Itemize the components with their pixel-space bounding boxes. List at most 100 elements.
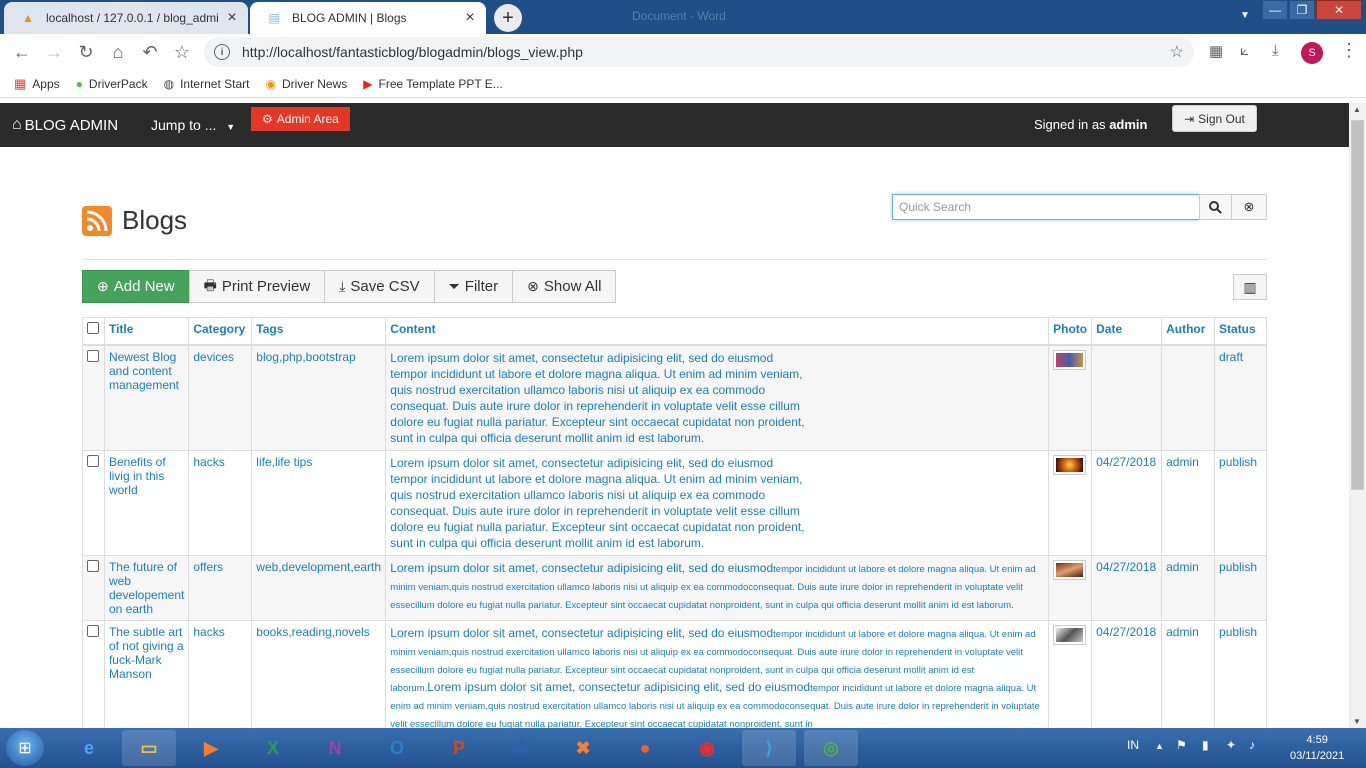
- powerpoint-icon[interactable]: P: [432, 730, 486, 766]
- status-cell[interactable]: publish: [1214, 619, 1267, 728]
- tab-search-icon[interactable]: ▼: [1240, 10, 1250, 21]
- status-cell[interactable]: publish: [1214, 449, 1267, 556]
- col-author[interactable]: Author: [1161, 317, 1216, 346]
- author-cell[interactable]: admin: [1161, 449, 1216, 556]
- sign-out-button[interactable]: ⇥ Sign Out: [1172, 105, 1257, 132]
- star-icon[interactable]: ☆: [168, 38, 196, 66]
- language-indicator[interactable]: IN: [1127, 738, 1139, 752]
- internet-explorer-icon[interactable]: e: [62, 730, 116, 766]
- col-status[interactable]: Status: [1214, 317, 1267, 346]
- scroll-down-icon[interactable]: ▼: [1353, 717, 1361, 726]
- scroll-up-icon[interactable]: ▲: [1353, 105, 1361, 114]
- col-photo[interactable]: Photo: [1048, 317, 1093, 346]
- jump-to-dropdown[interactable]: Jump to ... ▼: [151, 117, 235, 133]
- category-cell[interactable]: hacks: [188, 449, 253, 556]
- row-checkbox[interactable]: [87, 624, 99, 637]
- battery-icon[interactable]: ▮: [1202, 738, 1209, 752]
- col-category[interactable]: Category: [188, 317, 253, 346]
- col-title[interactable]: Title: [103, 317, 190, 346]
- column-chooser-button[interactable]: ▥: [1233, 274, 1267, 300]
- print-preview-button[interactable]: 🖶 Print Preview: [188, 270, 326, 303]
- tags-cell[interactable]: blog,php,bootstrap: [251, 344, 387, 451]
- page-scrollbar[interactable]: ▲ ▼: [1349, 103, 1366, 728]
- tab-phpmyadmin[interactable]: ▲ localhost / 127.0.0.1 / blog_admi ×: [4, 2, 248, 34]
- photo-cell[interactable]: [1048, 619, 1093, 728]
- close-tab-icon[interactable]: ×: [462, 9, 478, 27]
- status-cell[interactable]: publish: [1214, 554, 1267, 621]
- photo-thumbnail[interactable]: [1053, 454, 1087, 475]
- show-all-button[interactable]: ⊗ Show All: [512, 270, 617, 303]
- category-cell[interactable]: offers: [188, 554, 253, 621]
- category-cell[interactable]: devices: [188, 344, 253, 451]
- bookmark-star-icon[interactable]: ☆: [1170, 42, 1184, 62]
- photo-thumbnail[interactable]: [1053, 559, 1087, 580]
- photo-cell[interactable]: [1048, 554, 1093, 621]
- row-checkbox[interactable]: [87, 559, 99, 572]
- word-icon[interactable]: W: [494, 730, 548, 766]
- clear-search-button[interactable]: ⊗: [1231, 194, 1267, 220]
- col-content[interactable]: Content: [385, 317, 1050, 346]
- reload-icon[interactable]: ↻: [72, 38, 100, 66]
- quick-search-input[interactable]: Quick Search: [892, 194, 1200, 220]
- photo-cell[interactable]: [1048, 449, 1093, 556]
- title-cell[interactable]: The subtle art of not giving a fuck-Mark…: [103, 619, 190, 728]
- filter-button[interactable]: ⏷ Filter: [433, 270, 514, 303]
- scrollbar-thumb[interactable]: [1351, 120, 1364, 490]
- photo-thumbnail[interactable]: [1053, 624, 1087, 645]
- system-clock[interactable]: 4:59 03/11/2021: [1290, 732, 1344, 764]
- status-cell[interactable]: draft: [1214, 344, 1267, 451]
- author-cell[interactable]: admin: [1161, 554, 1216, 621]
- title-cell[interactable]: Benefits of livig in this world: [103, 449, 190, 556]
- col-date[interactable]: Date: [1091, 317, 1163, 346]
- maximize-button[interactable]: ❐: [1289, 0, 1315, 20]
- extensions-icon[interactable]: ▦: [1209, 42, 1223, 60]
- search-button[interactable]: [1199, 194, 1232, 220]
- title-cell[interactable]: The future of web developement on earth: [103, 554, 190, 621]
- info-icon[interactable]: i: [214, 44, 230, 60]
- menu-icon[interactable]: ⋮: [1340, 40, 1358, 61]
- bookmark-driverpack[interactable]: ● DriverPack: [76, 77, 148, 91]
- tags-cell[interactable]: web,development,earth: [251, 554, 387, 621]
- save-csv-button[interactable]: ⤓ Save CSV: [324, 270, 435, 303]
- date-cell[interactable]: 04/27/2018: [1091, 554, 1163, 621]
- media-player-icon[interactable]: ▶: [184, 730, 238, 766]
- network-icon[interactable]: ⚑: [1176, 738, 1187, 752]
- photo-thumbnail[interactable]: [1053, 349, 1087, 370]
- firefox-icon[interactable]: ●: [618, 730, 672, 766]
- table-row[interactable]: The subtle art of not giving a fuck-Mark…: [82, 619, 1267, 728]
- bookmark-internet-start[interactable]: ◍ Internet Start: [164, 77, 250, 91]
- photo-cell[interactable]: [1048, 344, 1093, 451]
- chrome-icon[interactable]: ◎: [804, 730, 858, 766]
- date-cell[interactable]: [1091, 344, 1163, 451]
- excel-icon[interactable]: X: [246, 730, 300, 766]
- new-tab-button[interactable]: +: [494, 4, 522, 32]
- address-bar[interactable]: i http://localhost/fantasticblog/blogadm…: [204, 37, 1194, 67]
- row-checkbox[interactable]: [87, 349, 99, 362]
- content-cell[interactable]: Lorem ipsum dolor sit amet, consectetur …: [385, 449, 1050, 556]
- action-center-icon[interactable]: ✦: [1226, 738, 1236, 752]
- start-button[interactable]: ⊞: [6, 730, 44, 766]
- onenote-icon[interactable]: N: [308, 730, 362, 766]
- forward-icon[interactable]: →: [40, 38, 68, 66]
- admin-area-button[interactable]: ⚙ Admin Area: [251, 107, 350, 131]
- brand-link[interactable]: ⌂ BLOG ADMIN: [12, 116, 118, 134]
- close-tab-icon[interactable]: ×: [224, 9, 240, 27]
- row-checkbox[interactable]: [87, 454, 99, 467]
- col-tags[interactable]: Tags: [251, 317, 387, 346]
- tags-cell[interactable]: life,life tips: [251, 449, 387, 556]
- volume-icon[interactable]: ♪: [1249, 738, 1255, 752]
- minimize-button[interactable]: —: [1262, 0, 1288, 20]
- crop-icon[interactable]: ⟀: [1240, 42, 1249, 59]
- profile-avatar[interactable]: S: [1301, 42, 1323, 64]
- table-row[interactable]: Newest Blog and content management devic…: [82, 344, 1267, 451]
- title-cell[interactable]: Newest Blog and content management: [103, 344, 190, 451]
- bookmark-apps[interactable]: ▦ Apps: [14, 76, 60, 92]
- close-window-button[interactable]: ✕: [1316, 0, 1362, 20]
- content-cell[interactable]: Lorem ipsum dolor sit amet, consectetur …: [385, 344, 1050, 451]
- file-explorer-icon[interactable]: ▭: [122, 730, 176, 766]
- home-icon[interactable]: ⌂: [104, 38, 132, 66]
- content-cell[interactable]: Lorem ipsum dolor sit amet, consectetur …: [385, 554, 1050, 621]
- tab-blog-admin[interactable]: ▤ BLOG ADMIN | Blogs ×: [250, 2, 486, 34]
- author-cell[interactable]: admin: [1161, 619, 1216, 728]
- show-hidden-icons[interactable]: ▲: [1155, 741, 1164, 751]
